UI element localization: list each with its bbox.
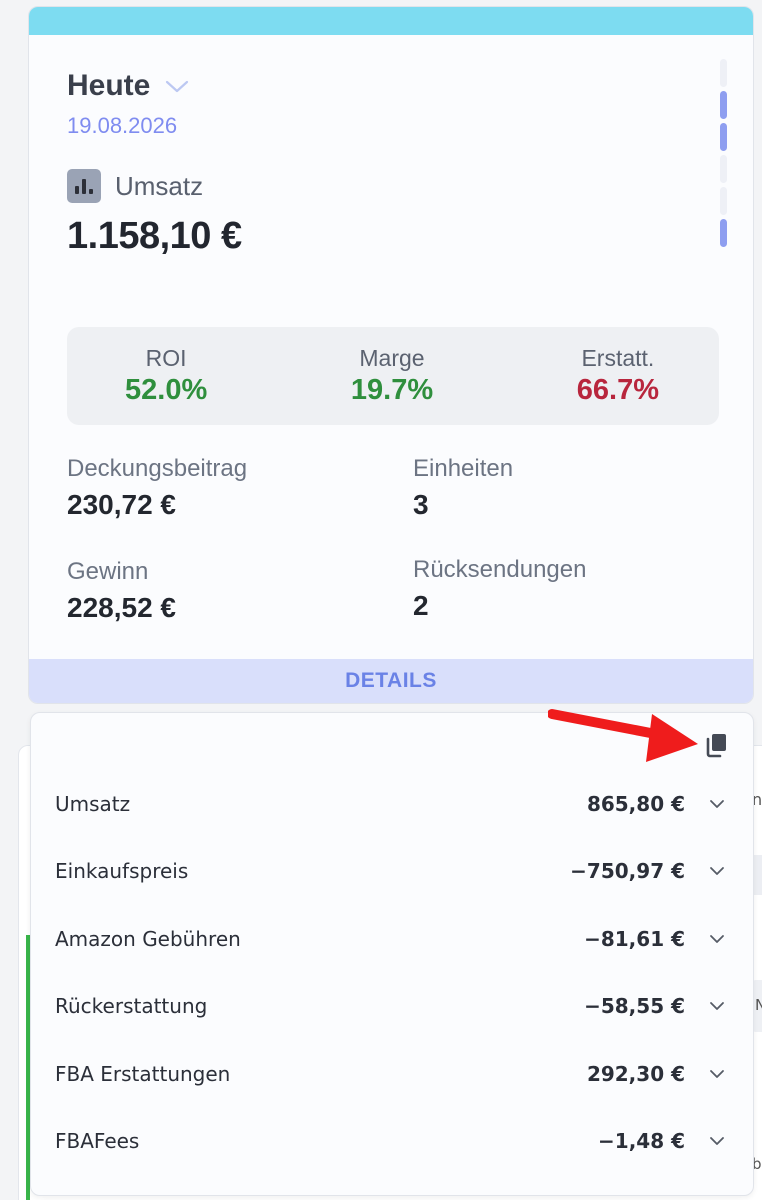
row-label: Einkaufspreis bbox=[55, 859, 189, 883]
details-button[interactable]: DETAILS bbox=[29, 659, 753, 703]
kpi-box: ROI 52.0% Marge 19.7% Erstatt. 66.7% bbox=[67, 327, 719, 425]
kpi-label: ROI bbox=[145, 345, 187, 371]
carousel-indicator[interactable] bbox=[720, 59, 727, 247]
kpi-label: Marge bbox=[359, 345, 425, 371]
row-label: FBAFees bbox=[55, 1129, 140, 1153]
stat-ruecksendungen: Rücksendungen 2 bbox=[413, 556, 586, 622]
breakdown-row-einkaufspreis[interactable]: Einkaufspreis −750,97 € bbox=[55, 851, 725, 891]
carousel-dot[interactable] bbox=[720, 123, 727, 151]
chevron-down-icon[interactable] bbox=[709, 934, 725, 944]
kpi-marge: Marge 19.7% bbox=[351, 345, 433, 407]
stat-value: 3 bbox=[413, 489, 429, 520]
row-value: −1,48 € bbox=[598, 1129, 685, 1153]
period-date: 19.08.2026 bbox=[67, 113, 178, 138]
stat-label: Deckungsbeitrag bbox=[67, 455, 248, 482]
carousel-dot[interactable] bbox=[720, 155, 727, 183]
carousel-dot[interactable] bbox=[720, 91, 727, 119]
chevron-down-icon[interactable] bbox=[709, 799, 725, 809]
stat-value: 2 bbox=[413, 590, 429, 621]
row-value: 865,80 € bbox=[586, 792, 685, 816]
stat-gewinn: Gewinn 228,52 € bbox=[67, 558, 176, 624]
row-label: Umsatz bbox=[55, 792, 131, 816]
kpi-value: 19.7% bbox=[350, 374, 434, 406]
breakdown-row-amazon-gebuehren[interactable]: Amazon Gebühren −81,61 € bbox=[55, 919, 725, 959]
stat-label: Gewinn bbox=[67, 558, 149, 585]
kpi-roi: ROI 52.0% bbox=[125, 345, 207, 407]
kpi-value: 52.0% bbox=[125, 374, 208, 406]
red-arrow-icon bbox=[548, 709, 698, 762]
row-label: FBA Erstattungen bbox=[55, 1062, 231, 1086]
row-value: −750,97 € bbox=[570, 859, 685, 883]
carousel-dot[interactable] bbox=[720, 187, 727, 215]
breakdown-panel: Umsatz 865,80 € Einkaufspreis −750,97 € … bbox=[30, 712, 754, 1196]
row-value: −58,55 € bbox=[584, 994, 685, 1018]
period-selector[interactable]: Heute bbox=[67, 69, 190, 103]
stats-card: Heute 19.08.2026 Umsatz 1.158,10 € ROI 5… bbox=[28, 6, 754, 704]
period-title: Heute bbox=[67, 69, 151, 102]
chevron-down-icon[interactable] bbox=[164, 76, 190, 96]
metric-header: Umsatz bbox=[67, 169, 203, 203]
kpi-erstattung: Erstatt. 66.7% bbox=[577, 345, 659, 407]
bar-chart-icon bbox=[67, 169, 101, 203]
kpi-value: 66.7% bbox=[576, 374, 659, 406]
stat-deckungsbeitrag: Deckungsbeitrag 230,72 € bbox=[67, 455, 247, 521]
breakdown-row-fba-erstattungen[interactable]: FBA Erstattungen 292,30 € bbox=[55, 1054, 725, 1094]
chevron-down-icon[interactable] bbox=[709, 866, 725, 876]
row-value: −81,61 € bbox=[584, 927, 685, 951]
stat-einheiten: Einheiten 3 bbox=[413, 455, 513, 521]
background-chip-text: N bbox=[755, 996, 762, 1014]
row-value: 292,30 € bbox=[586, 1062, 685, 1086]
metric-label: Umsatz bbox=[115, 170, 204, 201]
chevron-down-icon[interactable] bbox=[709, 1136, 725, 1146]
breakdown-row-rueckerstattung[interactable]: Rückerstattung −58,55 € bbox=[55, 986, 725, 1026]
chevron-down-icon[interactable] bbox=[709, 1069, 725, 1079]
kpi-label: Erstatt. bbox=[581, 345, 655, 371]
row-label: Rückerstattung bbox=[55, 994, 208, 1018]
card-top-bar bbox=[29, 7, 753, 35]
breakdown-row-fbafees[interactable]: FBAFees −1,48 € bbox=[55, 1121, 725, 1161]
stat-label: Rücksendungen bbox=[413, 556, 587, 583]
breakdown-row-umsatz[interactable]: Umsatz 865,80 € bbox=[55, 784, 725, 824]
row-label: Amazon Gebühren bbox=[55, 927, 241, 951]
metric-value: 1.158,10 € bbox=[67, 215, 242, 257]
stat-value: 228,52 € bbox=[67, 592, 176, 623]
stat-label: Einheiten bbox=[413, 455, 514, 482]
stat-value: 230,72 € bbox=[67, 489, 176, 520]
chevron-down-icon[interactable] bbox=[709, 1001, 725, 1011]
carousel-dot[interactable] bbox=[720, 59, 727, 87]
carousel-dot[interactable] bbox=[720, 219, 727, 247]
